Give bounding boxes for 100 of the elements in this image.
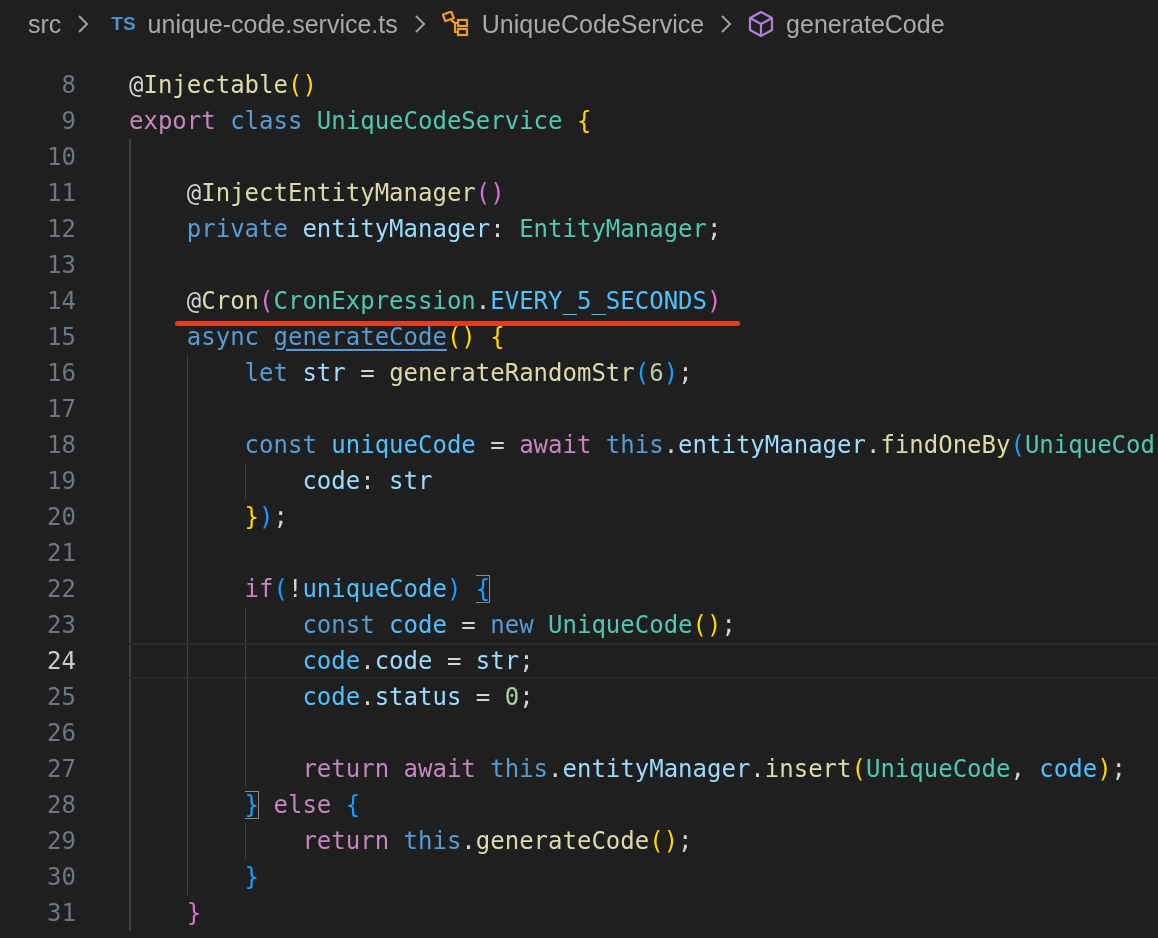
bracket-token: } — [244, 503, 260, 531]
punctuation-token: ; — [519, 647, 534, 675]
function-token: Cron — [201, 287, 260, 315]
variable-token: entityManager — [562, 755, 751, 783]
line-number: 22 — [46, 575, 76, 603]
line-number: 8 — [60, 71, 76, 99]
punctuation-token: = — [446, 647, 463, 675]
type-token: UniqueCod — [1024, 431, 1155, 459]
punctuation-token: ! — [287, 575, 303, 603]
line-number: 24 — [46, 647, 76, 675]
cube-icon — [748, 10, 775, 38]
variable-token: code — [1039, 755, 1098, 783]
punctuation-token: ; — [707, 215, 722, 243]
function-token: generateRandomStr — [389, 359, 635, 387]
breadcrumb-item[interactable]: generateCode — [786, 9, 945, 39]
variable-token: str — [475, 647, 520, 675]
punctuation-token: ; — [519, 683, 534, 711]
bracket-token: ) — [663, 359, 679, 387]
function-token: Injectable — [143, 71, 288, 99]
line-number: 9 — [60, 107, 76, 135]
variable-token: uniqueCode — [331, 431, 476, 459]
keyword-token: if — [244, 575, 274, 603]
variable-token: status — [374, 683, 462, 711]
number-token: 6 — [649, 359, 664, 387]
bracket-token: ) — [1097, 755, 1112, 783]
line-number: 30 — [46, 863, 76, 891]
punctuation-token: ; — [678, 359, 693, 387]
type-token: UniqueCode — [548, 611, 693, 639]
variable-token: code — [302, 467, 361, 495]
line-number: 16 — [46, 359, 76, 387]
punctuation-token: ; — [1111, 755, 1127, 783]
keyword-token: const — [302, 611, 375, 639]
keyword-token: let — [244, 359, 288, 387]
bracket-token: ( — [259, 287, 274, 315]
line-number: 23 — [46, 611, 76, 639]
class-icon — [441, 11, 470, 37]
bracket-token: ( — [634, 359, 650, 387]
typescript-file-icon: TS — [111, 13, 136, 35]
bracket-token: () — [475, 179, 505, 207]
bracket-token: } — [244, 863, 260, 891]
breadcrumb-item[interactable]: UniqueCodeService — [481, 9, 705, 39]
keyword-token: async — [186, 323, 260, 351]
chevron-right-icon — [77, 14, 90, 34]
function-token: insert — [764, 755, 852, 783]
line-number: 21 — [46, 539, 76, 567]
variable-token: code — [302, 647, 361, 675]
keyword-token: new — [490, 611, 534, 639]
variable-token: entityManager — [678, 431, 866, 459]
keyword-token: class — [230, 107, 303, 135]
line-number: 19 — [46, 467, 76, 495]
decorator-token: @ — [129, 71, 144, 99]
chevron-right-icon — [720, 14, 733, 34]
bracket-token: () — [692, 611, 722, 639]
punctuation-token: = — [360, 359, 376, 387]
line-number: 15 — [46, 323, 76, 351]
keyword-token: export — [129, 107, 216, 135]
bracket-token: ) — [259, 503, 274, 531]
punctuation-token: = — [461, 611, 477, 639]
breadcrumb-item[interactable]: unique-code.service.ts — [147, 9, 398, 39]
keyword-token: this — [403, 827, 462, 855]
bracket-token: ( — [851, 755, 866, 783]
punctuation-token: , — [1010, 755, 1026, 783]
punctuation-token: . — [548, 755, 563, 783]
decorator-token: @ — [186, 179, 202, 207]
bracket-token: ) — [707, 287, 722, 315]
line-number: 13 — [46, 251, 76, 279]
punctuation-token: ; — [678, 827, 693, 855]
bracket-token: { — [345, 791, 361, 819]
variable-token: code — [374, 647, 433, 675]
bracket-token: { — [490, 323, 505, 351]
variable-token: uniqueCode — [302, 575, 447, 603]
line-number: 20 — [46, 503, 76, 531]
variable-token: code — [389, 611, 447, 639]
line-number: 31 — [46, 899, 76, 927]
line-number: 26 — [46, 719, 76, 747]
line-number: 27 — [46, 755, 76, 783]
bracket-token: ( — [1010, 431, 1025, 459]
punctuation-token: . — [360, 683, 375, 711]
line-number: 10 — [46, 143, 76, 171]
punctuation-token: . — [750, 755, 765, 783]
punctuation-token: . — [360, 647, 375, 675]
punctuation-token: ; — [273, 503, 288, 531]
variable-token: entityManager — [302, 215, 491, 243]
punctuation-token: ; — [721, 611, 736, 639]
punctuation-token: . — [461, 827, 476, 855]
line-number: 28 — [46, 791, 76, 819]
type-token: UniqueCodeService — [316, 107, 563, 135]
punctuation-token: . — [663, 431, 679, 459]
variable-token: str — [302, 359, 346, 387]
bracket-token: { — [576, 107, 592, 135]
keyword-token: const — [244, 431, 317, 459]
line-number: 12 — [46, 215, 76, 243]
bracket-token: () — [649, 827, 679, 855]
chevron-right-icon — [413, 14, 426, 34]
keyword-token: private — [186, 215, 288, 243]
bracket-token: ( — [273, 575, 288, 603]
breadcrumb-item[interactable]: src — [28, 9, 62, 39]
number-token: 0 — [504, 683, 520, 711]
keyword-token: this — [605, 431, 664, 459]
keyword-token: return — [302, 755, 390, 783]
